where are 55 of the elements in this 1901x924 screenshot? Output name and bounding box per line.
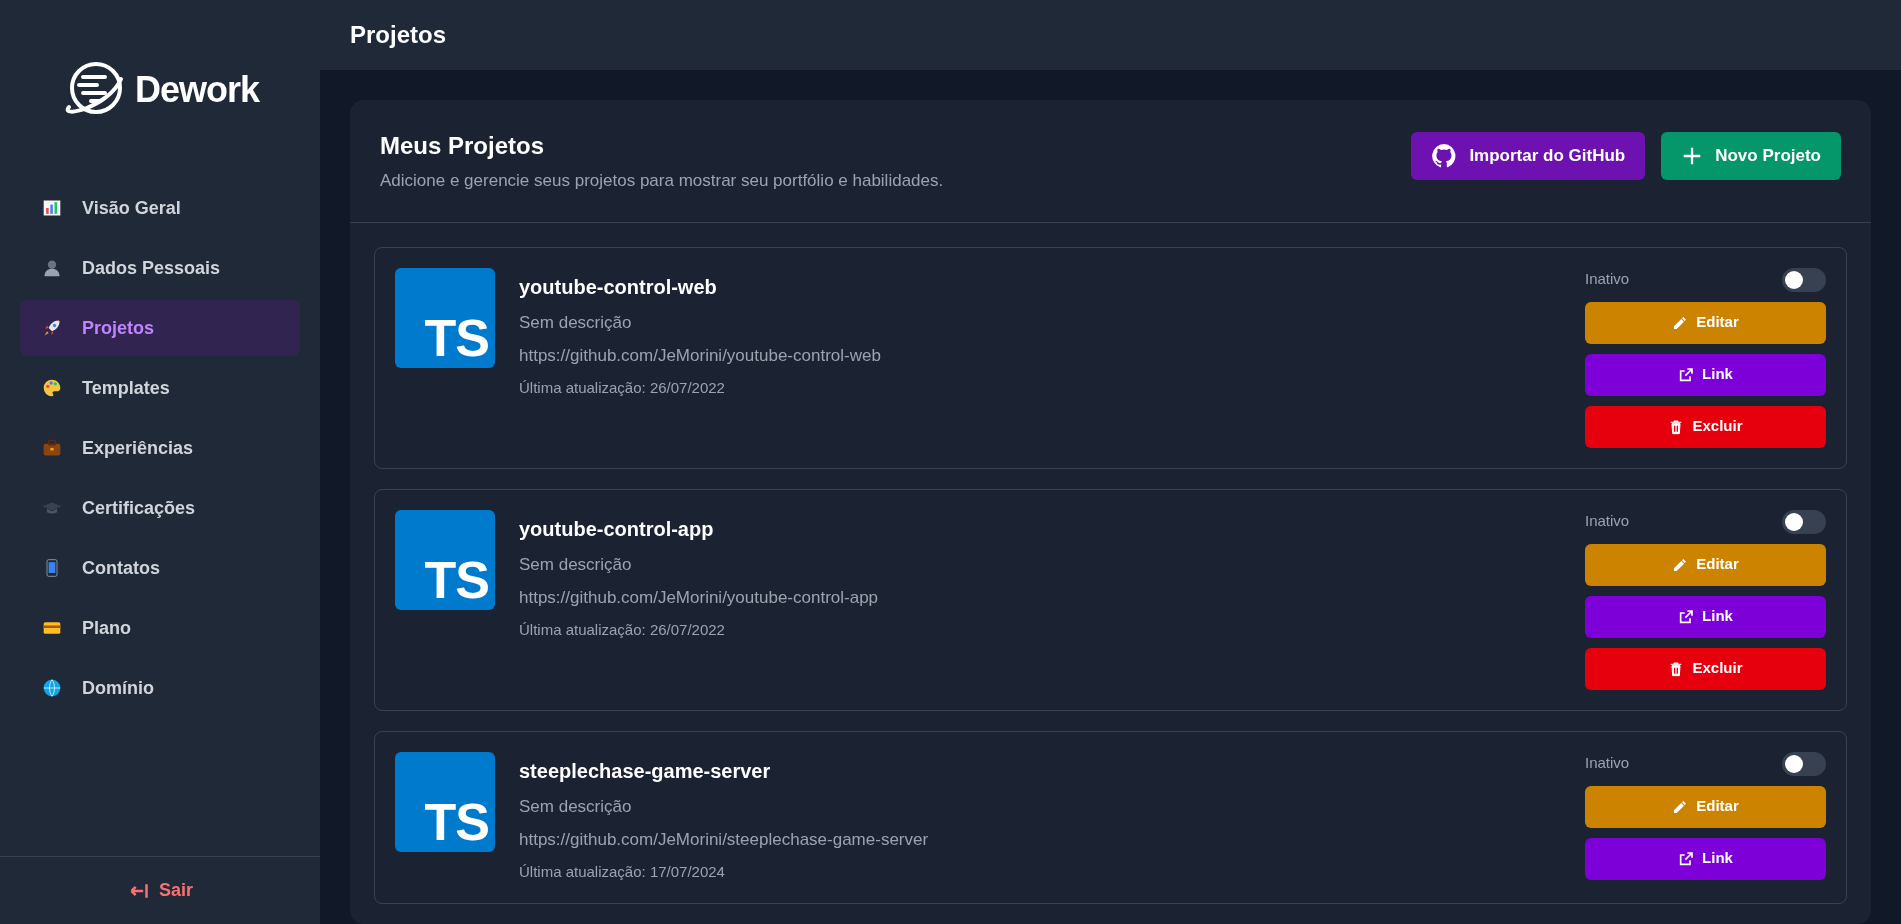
language-logo: TS	[395, 751, 495, 852]
external-link-icon	[1678, 850, 1695, 867]
status-label: Inativo	[1585, 269, 1630, 290]
last-updated: Última atualização: 26/07/2022	[519, 619, 726, 640]
last-updated: Última atualização: 17/07/2024	[519, 861, 726, 882]
status-label: Inativo	[1585, 753, 1630, 774]
sidebar-item[interactable]: Dados Pessoais	[20, 240, 300, 296]
delete-button[interactable]: Excluir	[1585, 405, 1826, 448]
project-name: youtube-control-web	[519, 274, 718, 300]
last-updated: Última atualização: 26/07/2022	[519, 377, 726, 398]
status-label: Inativo	[1585, 511, 1630, 532]
brand-name: Dework	[134, 68, 259, 112]
sidebar-item[interactable]: Templates	[20, 360, 300, 416]
new-project-button[interactable]: Novo Projeto	[1661, 132, 1841, 180]
link-button[interactable]: Link	[1585, 353, 1826, 396]
language-logo: TS	[395, 509, 495, 610]
pencil-icon	[1672, 314, 1689, 331]
project-description: Sem descrição	[519, 553, 633, 576]
github-icon	[1431, 143, 1458, 169]
logout-link[interactable]: Sair	[0, 856, 320, 924]
link-button[interactable]: Link	[1585, 837, 1826, 880]
globe-icon	[42, 678, 62, 698]
project-description: Sem descrição	[519, 311, 633, 334]
sidebar-item[interactable]: Plano	[20, 600, 300, 656]
sidebar-item[interactable]: Contatos	[20, 540, 300, 596]
delete-button[interactable]: Excluir	[1585, 647, 1826, 690]
sidebar-item[interactable]: Projetos	[20, 300, 300, 356]
project-url: https://github.com/JeMorini/youtube-control-app	[519, 587, 880, 609]
external-link-icon	[1678, 366, 1695, 383]
palette-icon	[42, 378, 62, 398]
section-title: Meus Projetos	[380, 131, 546, 161]
import-github-button[interactable]: Importar do GitHub	[1411, 132, 1646, 180]
sidebar-item[interactable]: Experiências	[20, 420, 300, 476]
external-link-icon	[1678, 608, 1695, 625]
briefcase-icon	[42, 438, 62, 458]
project-url: https://github.com/JeMorini/steeplechase-game-server	[519, 829, 930, 851]
link-button[interactable]: Link	[1585, 595, 1826, 638]
project-description: Sem descrição	[519, 795, 633, 818]
project-name: steeplechase-game-server	[519, 758, 772, 784]
project-name: youtube-control-app	[519, 516, 715, 542]
pencil-icon	[1672, 556, 1689, 573]
page-title: Projetos	[320, 0, 1901, 70]
status-toggle[interactable]	[1782, 267, 1826, 292]
chart-icon	[42, 198, 62, 218]
section-subtitle: Adicione e gerencie seus projetos para mostrar seu portfólio e habilidades.	[380, 170, 944, 192]
status-toggle[interactable]	[1782, 751, 1826, 776]
person-icon	[42, 258, 62, 278]
status-toggle[interactable]	[1782, 509, 1826, 534]
sidebar-item[interactable]: Certificações	[20, 480, 300, 536]
pencil-icon	[1672, 798, 1689, 815]
sidebar-item[interactable]: Visão Geral	[20, 180, 300, 236]
language-logo: TS	[395, 267, 495, 368]
sidebar-item[interactable]: Domínio	[20, 660, 300, 716]
project-url: https://github.com/JeMorini/youtube-control-web	[519, 345, 882, 367]
rocket-icon	[42, 318, 62, 338]
